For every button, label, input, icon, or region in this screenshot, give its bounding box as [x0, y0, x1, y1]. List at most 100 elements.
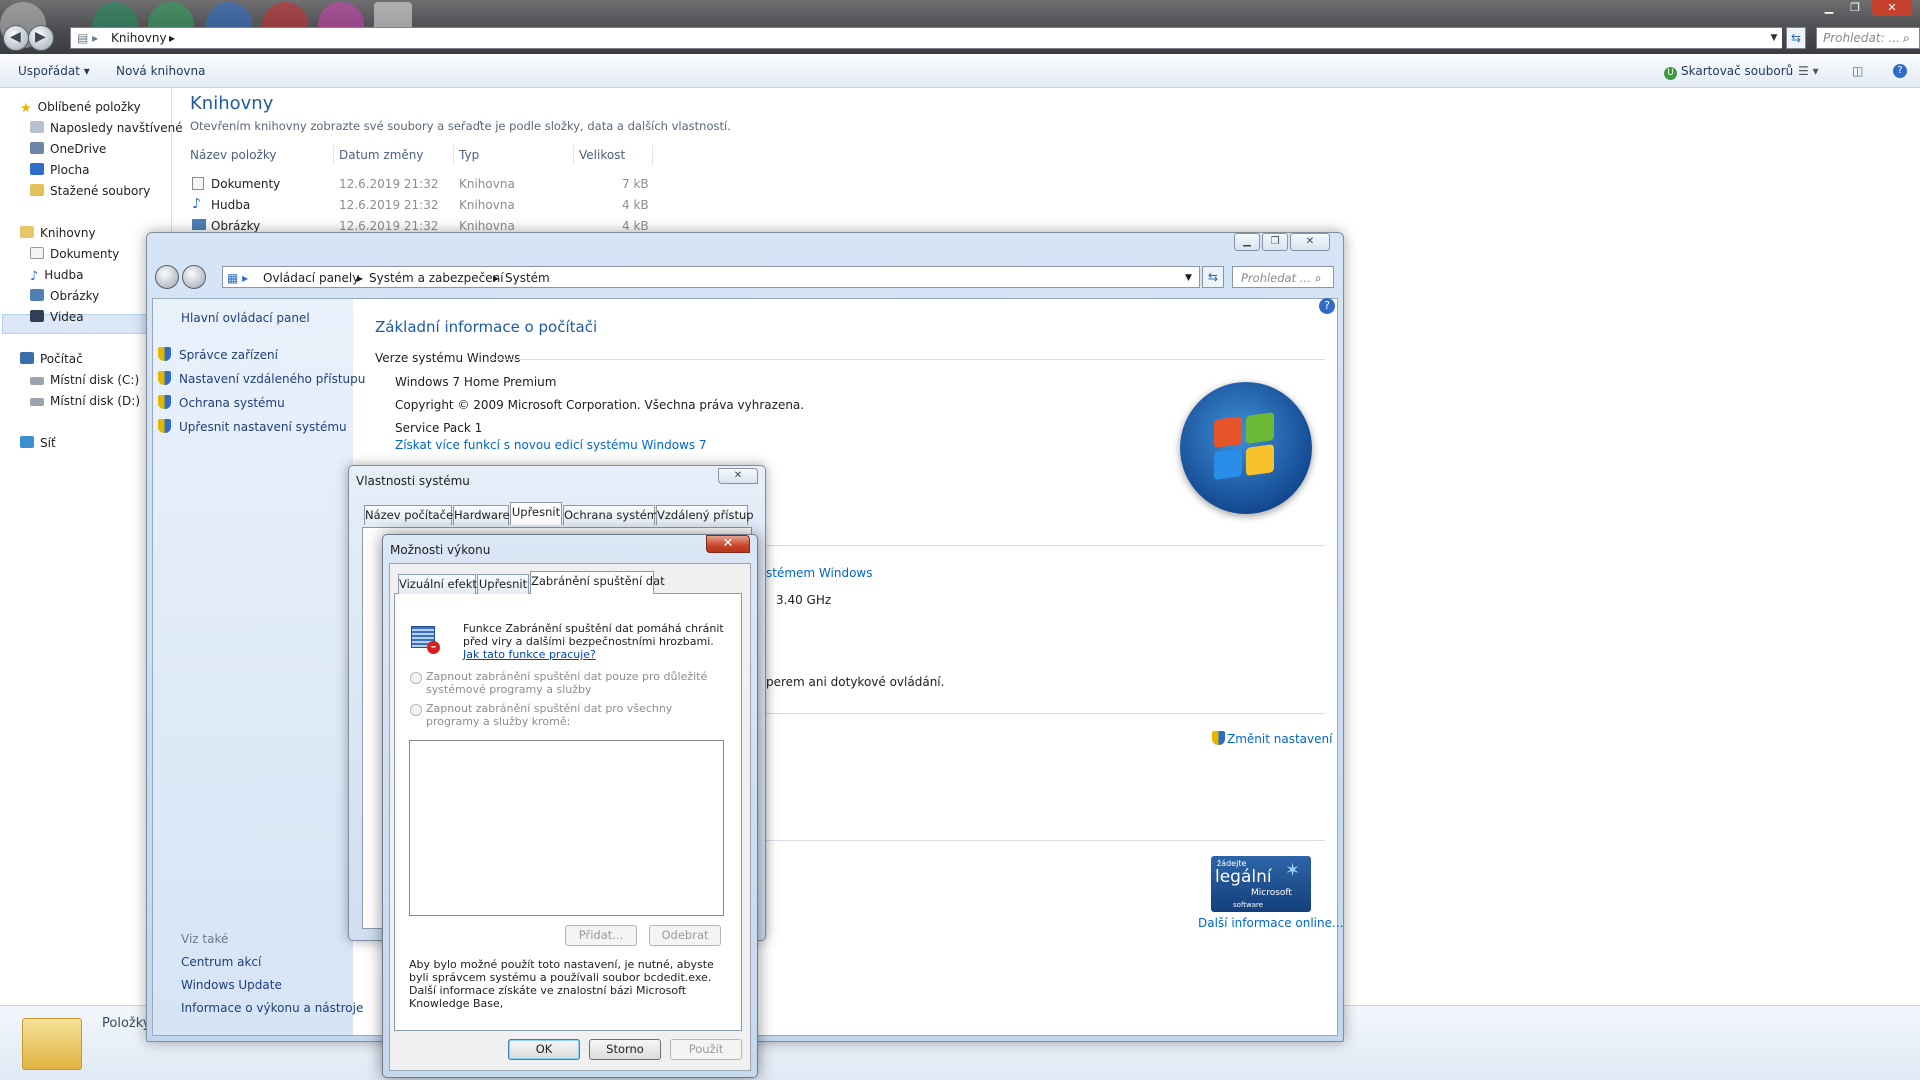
- breadcrumb-item[interactable]: Systém a zabezpečení: [369, 271, 504, 285]
- search-icon[interactable]: ⌕: [1315, 271, 1321, 286]
- remote-settings-link[interactable]: Nastavení vzdáleného přístupu: [158, 371, 365, 386]
- cp-home-link[interactable]: Hlavní ovládací panel: [181, 311, 310, 325]
- tab-visual-effects[interactable]: Vizuální efekty: [398, 574, 484, 594]
- refresh-icon[interactable]: ⇆: [1786, 27, 1806, 49]
- column-divider[interactable]: [453, 145, 454, 165]
- network-icon: [20, 436, 34, 448]
- breadcrumb-item[interactable]: Systém: [505, 271, 550, 285]
- breadcrumb-arrow-icon[interactable]: ▸: [357, 271, 363, 285]
- shield-icon: [158, 371, 171, 385]
- windows-update-link[interactable]: Windows Update: [181, 978, 282, 992]
- tab-advanced[interactable]: Upřesnit: [510, 502, 562, 525]
- shredder-button[interactable]: U Skartovač souborů: [1664, 64, 1793, 80]
- nav-lib-pictures[interactable]: Obrázky: [30, 289, 99, 303]
- address-history-icon[interactable]: ▼: [1185, 273, 1192, 283]
- tab-dep[interactable]: Zabránění spuštění dat: [530, 571, 665, 594]
- cp-address-bar[interactable]: ▦ ▸ Ovládací panely ▸ Systém a zabezpeče…: [222, 266, 1200, 288]
- ok-button[interactable]: OK: [508, 1039, 580, 1060]
- cp-close-icon[interactable]: ✕: [1290, 233, 1330, 251]
- change-settings-link[interactable]: Změnit nastavení: [1212, 731, 1332, 746]
- nav-onedrive[interactable]: OneDrive: [30, 142, 106, 156]
- cancel-button[interactable]: Storno: [589, 1039, 661, 1060]
- address-history-icon[interactable]: ▼: [1766, 28, 1782, 48]
- see-also-label: Viz také: [181, 932, 229, 946]
- documents-icon: [30, 247, 44, 259]
- column-header-type[interactable]: Typ: [459, 148, 479, 162]
- genuine-software-badge[interactable]: žádejte legální Microsoft software ✶: [1211, 856, 1311, 912]
- tab-remote[interactable]: Vzdálený přístup: [656, 505, 754, 525]
- remove-button[interactable]: Odebrat: [649, 925, 721, 946]
- nav-lib-videos[interactable]: Videa: [30, 310, 84, 324]
- add-button[interactable]: Přidat...: [565, 925, 637, 946]
- breadcrumb-arrow-icon[interactable]: ▸: [169, 31, 175, 45]
- dep-option-all-radio[interactable]: [410, 704, 422, 716]
- nav-lib-documents[interactable]: Dokumenty: [30, 247, 119, 261]
- column-header-size[interactable]: Velikost: [579, 148, 625, 162]
- view-options-icon[interactable]: ☰ ▾: [1798, 64, 1819, 78]
- column-divider[interactable]: [573, 145, 574, 165]
- command-bar: Uspořádat ▾ Nová knihovna U Skartovač sou…: [0, 54, 1920, 88]
- nav-downloads[interactable]: Stažené soubory: [30, 184, 150, 198]
- table-row[interactable]: ♪ Hudba 12.6.2019 21:32 Knihovna 4 kB: [190, 196, 650, 216]
- forward-button[interactable]: ▶: [28, 25, 54, 51]
- help-icon[interactable]: ?: [1893, 64, 1907, 78]
- breadcrumb-item[interactable]: Ovládací panely: [263, 271, 359, 285]
- advanced-settings-link[interactable]: Upřesnit nastavení systému: [158, 419, 347, 434]
- section-divider: [764, 545, 1325, 546]
- cp-forward-button[interactable]: [182, 265, 206, 289]
- column-divider[interactable]: [333, 145, 334, 165]
- performance-info-link[interactable]: Informace o výkonu a nástroje: [181, 1001, 363, 1015]
- apply-button[interactable]: Použít: [670, 1039, 742, 1060]
- column-header-date[interactable]: Datum změny: [339, 148, 424, 162]
- dialog-close-icon[interactable]: ✕: [718, 468, 758, 484]
- breadcrumb-arrow-icon[interactable]: ▸: [493, 271, 499, 285]
- cp-maximize-icon[interactable]: ❐: [1262, 233, 1288, 251]
- preview-pane-icon[interactable]: ◫: [1852, 64, 1863, 78]
- address-bar[interactable]: ▤ ▸ Knihovny ▸: [70, 27, 1782, 49]
- device-manager-link[interactable]: Správce zařízení: [158, 347, 278, 362]
- dep-option-essential-radio[interactable]: [410, 672, 422, 684]
- system-protection-link[interactable]: Ochrana systému: [158, 395, 285, 410]
- search-icon[interactable]: ⌕: [1903, 31, 1910, 46]
- maximize-icon[interactable]: ❐: [1844, 0, 1866, 16]
- tab-system-protection[interactable]: Ochrana systému: [563, 505, 665, 525]
- nav-desktop[interactable]: Plocha: [30, 163, 89, 177]
- breadcrumb-item[interactable]: Knihovny: [111, 31, 167, 45]
- nav-lib-music[interactable]: ♪ Hudba: [30, 268, 84, 284]
- dep-exceptions-list[interactable]: [409, 740, 724, 916]
- nav-disk-d[interactable]: Místní disk (D:): [30, 394, 140, 408]
- nav-network[interactable]: Síť: [20, 436, 56, 450]
- minimize-icon[interactable]: ▁: [1818, 0, 1840, 16]
- nav-favorites[interactable]: ★ Oblíbené položky: [20, 100, 141, 116]
- more-info-online-link[interactable]: Další informace online...: [1198, 916, 1343, 930]
- dep-help-link[interactable]: Jak tato funkce pracuje?: [463, 648, 596, 661]
- section-divider: [490, 359, 1325, 360]
- cp-back-button[interactable]: [155, 265, 179, 289]
- nav-libraries[interactable]: Knihovny: [20, 226, 96, 240]
- windows-rating-link[interactable]: stémem Windows: [766, 566, 872, 580]
- nav-disk-c[interactable]: Místní disk (C:): [30, 373, 139, 387]
- action-center-link[interactable]: Centrum akcí: [181, 955, 261, 969]
- new-library-button[interactable]: Nová knihovna: [116, 64, 205, 78]
- nav-computer[interactable]: Počítač: [20, 352, 83, 366]
- tab-advanced[interactable]: Upřesnit: [477, 574, 529, 594]
- back-button[interactable]: ◀: [3, 25, 29, 51]
- cp-refresh-icon[interactable]: ⇆: [1202, 266, 1224, 288]
- close-icon[interactable]: ✕: [1872, 0, 1912, 16]
- table-row[interactable]: Dokumenty 12.6.2019 21:32 Knihovna 7 kB: [190, 177, 650, 195]
- edition-text: Windows 7 Home Premium: [395, 375, 557, 389]
- table-row[interactable]: Obrázky 12.6.2019 21:32 Knihovna 4 kB: [190, 219, 650, 233]
- cp-minimize-icon[interactable]: ▁: [1234, 233, 1260, 251]
- tab-computer-name[interactable]: Název počítače: [364, 505, 453, 525]
- organize-button[interactable]: Uspořádat ▾: [18, 64, 90, 78]
- dialog-title: Možnosti výkonu: [390, 543, 491, 557]
- tab-hardware[interactable]: Hardware: [453, 505, 510, 525]
- cp-search-input[interactable]: Prohledat ... ⌕: [1232, 266, 1334, 288]
- nav-recent[interactable]: Naposledy navštívené: [30, 121, 183, 135]
- cp-help-icon[interactable]: ?: [1319, 298, 1335, 314]
- search-input[interactable]: Prohledat: ... ⌕: [1816, 27, 1920, 49]
- dialog-close-icon[interactable]: ✕: [706, 535, 750, 553]
- column-divider[interactable]: [652, 145, 653, 165]
- more-features-link[interactable]: Získat více funkcí s novou edicí systému…: [395, 438, 707, 452]
- column-header-name[interactable]: Název položky: [190, 148, 276, 162]
